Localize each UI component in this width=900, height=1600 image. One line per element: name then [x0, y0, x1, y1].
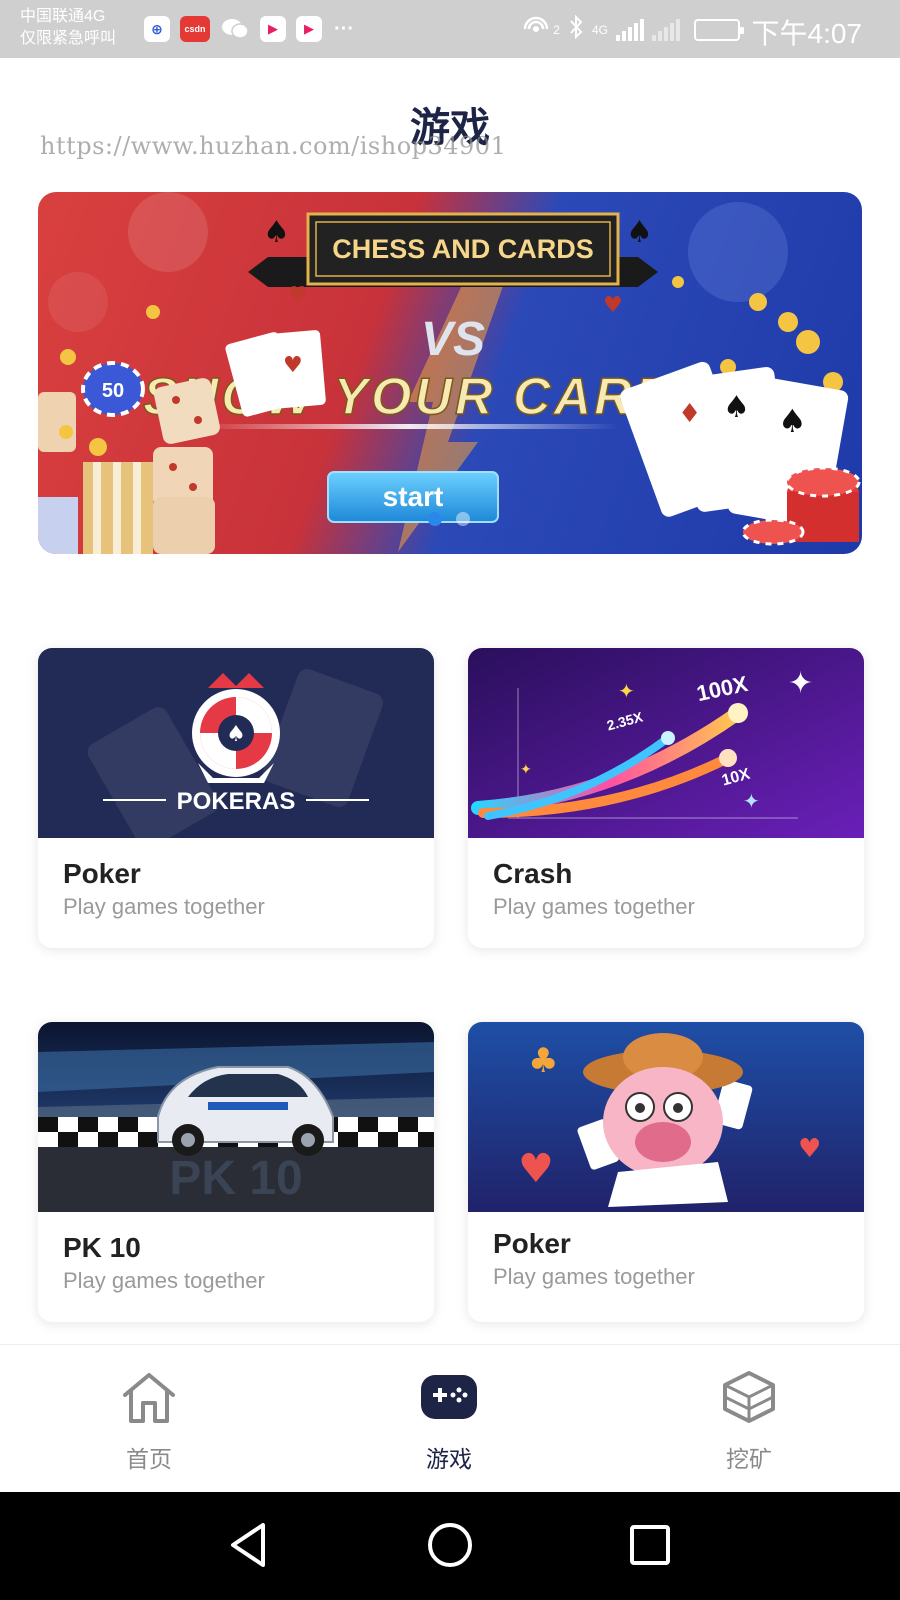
banner-pagination	[428, 512, 470, 526]
svg-text:♥: ♥	[518, 1146, 554, 1192]
cube-icon	[723, 1371, 775, 1423]
game-card-pk10[interactable]: PK 10 PK 10 Play games together	[38, 1022, 434, 1322]
wechat-icon	[220, 16, 250, 42]
youku-app-icon: ▶	[260, 16, 286, 42]
csdn-app-icon: csdn	[180, 16, 210, 42]
watermark-text: https://www.huzhan.com/ishop34901	[40, 132, 507, 160]
pk10-card-art: PK 10	[38, 1022, 434, 1212]
notification-icons: ⊕ csdn ▶ ▶ ···	[144, 16, 356, 42]
svg-text:♦: ♦	[678, 399, 701, 429]
tab-mining[interactable]: 挖矿	[689, 1369, 809, 1474]
game-subtitle: Play games together	[63, 1268, 265, 1293]
poker-card-art: ♠ POKERAS	[38, 648, 434, 838]
gamepad-icon	[421, 1375, 477, 1419]
banner-vs-text: VS	[421, 313, 485, 366]
more-notifications-icon: ···	[334, 17, 354, 40]
tab-label: 首页	[126, 1446, 172, 1472]
network-type: 4G	[591, 22, 608, 37]
crash-card-art: 2.35X 100X 10X ✦ ✦ ✦ ✦	[468, 648, 864, 838]
home-icon	[123, 1373, 175, 1423]
svg-text:♥: ♥	[798, 1134, 821, 1164]
game-card-poker-2[interactable]: ♣ ♥ ♥ Poker Play games together	[468, 1022, 864, 1322]
banner-artwork: CHESS AND CARDS VS SHOW YOUR CARDS start…	[38, 192, 861, 554]
system-icons: 2 4G	[523, 14, 744, 45]
game-title: Poker	[493, 1228, 571, 1259]
status-time: 下午4:07	[751, 18, 863, 49]
pokeras-logo-text: POKERAS	[177, 788, 296, 815]
svg-text:✦: ✦	[618, 679, 635, 703]
game-subtitle: Play games together	[493, 894, 695, 919]
svg-text:✦: ✦	[743, 789, 760, 813]
svg-text:♥: ♥	[603, 293, 623, 318]
promo-banner[interactable]: CHESS AND CARDS VS SHOW YOUR CARDS start…	[38, 192, 862, 554]
banner-start-label: start	[383, 481, 444, 512]
tab-games[interactable]: 游戏	[389, 1369, 509, 1474]
svg-text:♥: ♥	[288, 283, 308, 308]
game-title: Crash	[493, 858, 573, 889]
svg-text:✦: ✦	[788, 666, 813, 701]
carrier-name: 中国联通4G	[20, 8, 106, 25]
bluetooth-icon	[568, 14, 584, 44]
signal-icon-secondary	[652, 18, 680, 41]
tab-label: 游戏	[426, 1446, 472, 1472]
svg-text:✦: ✦	[520, 762, 532, 778]
poker-cow-card-art: ♣ ♥ ♥	[468, 1022, 864, 1212]
svg-text:♠: ♠	[778, 402, 807, 440]
status-bar: 中国联通4G 仅限紧急呼叫 ⊕ csdn ▶ ▶ ··· 2 4G 下午4:07	[0, 0, 900, 58]
tab-label: 挖矿	[726, 1446, 772, 1472]
game-title: Poker	[63, 858, 141, 889]
banner-chip-value: 50	[102, 380, 124, 402]
battery-icon	[694, 18, 744, 41]
carrier-status: 仅限紧急呼叫	[20, 30, 117, 47]
tab-home[interactable]: 首页	[89, 1369, 209, 1474]
android-nav-bar	[0, 1492, 900, 1600]
youku-app-icon: ▶	[296, 16, 322, 42]
back-icon[interactable]	[225, 1520, 275, 1570]
cmb-app-icon: ⊕	[144, 16, 170, 42]
carrier-info: 中国联通4G 仅限紧急呼叫	[20, 6, 116, 50]
signal-icon	[616, 18, 644, 41]
game-card-crash[interactable]: 2.35X 100X 10X ✦ ✦ ✦ ✦ Crash Play games …	[468, 648, 864, 948]
game-card-poker[interactable]: ♠ POKERAS Poker Play games together	[38, 648, 434, 948]
pk10-logo-text: PK 10	[169, 1152, 302, 1205]
home-circle-icon[interactable]	[425, 1520, 475, 1570]
game-title: PK 10	[63, 1232, 141, 1263]
banner-dot[interactable]	[428, 512, 442, 526]
banner-dot[interactable]	[456, 512, 470, 526]
game-subtitle: Play games together	[63, 894, 265, 919]
recents-icon[interactable]	[625, 1520, 675, 1570]
bottom-tab-bar: 首页 游戏 挖矿	[0, 1344, 900, 1492]
svg-text:♣: ♣	[528, 1041, 558, 1081]
svg-text:♠: ♠	[226, 722, 246, 747]
svg-text:♠: ♠	[723, 390, 750, 425]
game-subtitle: Play games together	[493, 1264, 695, 1289]
svg-text:♠: ♠	[263, 215, 290, 250]
hotspot-icon	[523, 14, 553, 45]
banner-ribbon-text: CHESS AND CARDS	[332, 234, 594, 264]
svg-text:♠: ♠	[626, 215, 653, 250]
hotspot-count: 2	[553, 22, 560, 37]
svg-text:♥: ♥	[283, 353, 303, 378]
